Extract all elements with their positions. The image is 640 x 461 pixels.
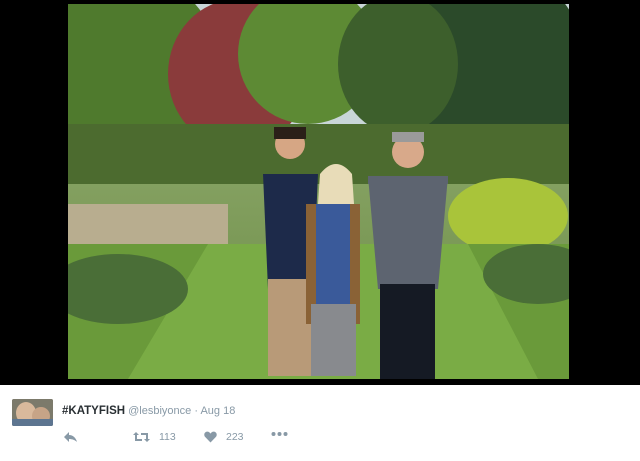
more-options-button[interactable]: [271, 431, 288, 437]
like-button[interactable]: 223: [204, 431, 244, 443]
tweet-card: #KATYFISH @lesbiyonce · Aug 18 113 223: [0, 385, 640, 461]
retweet-button[interactable]: 113: [133, 431, 176, 443]
tweet-header: #KATYFISH @lesbiyonce · Aug 18: [62, 405, 235, 417]
retweet-count: 113: [159, 431, 176, 443]
reply-icon: [64, 432, 77, 442]
retweet-icon: [133, 432, 150, 442]
tweet-photo[interactable]: [68, 4, 569, 379]
tweet-date[interactable]: Aug 18: [200, 405, 235, 417]
display-name[interactable]: #KATYFISH: [62, 405, 125, 417]
user-handle[interactable]: @lesbiyonce: [128, 405, 191, 417]
tweet-actions: 113 223: [63, 431, 323, 447]
separator-dot: ·: [194, 405, 198, 417]
avatar-image: [12, 399, 53, 426]
more-dots-icon: [271, 432, 288, 436]
garden-photo-illustration: [68, 4, 569, 379]
heart-icon: [204, 431, 217, 443]
tweet-media-frame: [0, 0, 640, 385]
like-count: 223: [226, 431, 244, 443]
reply-button[interactable]: [63, 431, 78, 443]
avatar[interactable]: [12, 399, 53, 426]
